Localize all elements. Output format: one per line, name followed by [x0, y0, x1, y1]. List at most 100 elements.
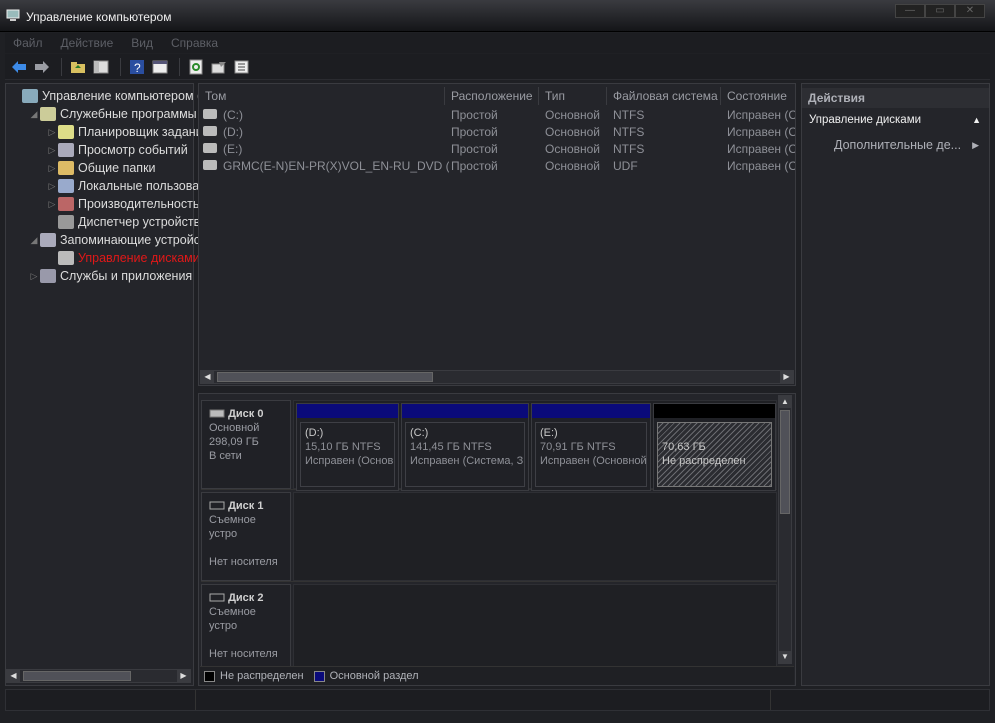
column-header-type[interactable]: Тип — [539, 87, 607, 105]
volume-row[interactable]: (C:) Простой Основной NTFS Исправен (С — [199, 106, 795, 123]
toolbar: ? — [5, 54, 990, 80]
volume-cell: Основной — [545, 108, 601, 122]
expand-arrow-icon[interactable]: ◢ — [28, 109, 40, 120]
tree-item-devices[interactable]: Диспетчер устройств — [46, 213, 200, 231]
menu-action[interactable]: Действие — [61, 36, 114, 50]
more-actions[interactable]: Дополнительные де... ▶ — [802, 135, 989, 155]
forward-button[interactable] — [32, 57, 52, 77]
up-folder-button[interactable] — [68, 57, 88, 77]
tree-item-label: Службы и приложения — [60, 269, 193, 283]
minimize-button[interactable]: — — [895, 4, 925, 18]
services-icon — [40, 269, 56, 283]
properties-button[interactable] — [209, 57, 229, 77]
expand-arrow-icon[interactable]: ▷ — [46, 127, 58, 138]
tree-item-folder[interactable]: ▷ Общие папки — [46, 159, 156, 177]
tree-item-label: Планировщик задани — [78, 125, 203, 139]
tree-horizontal-scrollbar[interactable]: ◀ ▶ — [6, 669, 191, 683]
volume-cell: (D:) — [223, 125, 243, 139]
volume-cell: Исправен (О — [727, 125, 795, 139]
volume-cell: Простой — [451, 108, 498, 122]
scroll-right-button[interactable]: ▶ — [780, 371, 793, 383]
help-icon: ? — [130, 59, 144, 75]
expand-arrow-icon[interactable]: ▷ — [46, 181, 58, 192]
volume-cell: Простой — [451, 125, 498, 139]
column-header-volume[interactable]: Том — [199, 87, 445, 105]
tree-item-storage[interactable]: ◢ Запоминающие устройс — [28, 231, 200, 249]
volume-cell: NTFS — [613, 125, 645, 139]
computer-management-icon — [6, 9, 20, 21]
scroll-thumb[interactable] — [217, 372, 433, 382]
column-header-filesystem[interactable]: Файловая система — [607, 87, 721, 105]
legend-swatch-primary — [313, 670, 325, 682]
tree-item-label: Просмотр событий — [78, 143, 188, 157]
storage-icon — [40, 233, 56, 247]
scroll-left-button[interactable]: ◀ — [201, 371, 214, 383]
legend-primary: Основной раздел — [329, 670, 419, 682]
expand-arrow-icon[interactable]: ▷ — [28, 271, 40, 282]
scroll-up-button[interactable]: ▲ — [779, 396, 791, 408]
volume-cell: Исправен (О — [727, 159, 795, 173]
tree-item-perf[interactable]: ▷ Производительность — [46, 195, 199, 213]
menu-file[interactable]: Файл — [13, 36, 43, 50]
partition-e[interactable]: (E:) 70,91 ГБ NTFS Исправен (Основной — [531, 403, 651, 491]
volume-row[interactable]: (D:) Простой Основной NTFS Исправен (О — [199, 123, 795, 140]
view-button[interactable] — [150, 57, 170, 77]
disk-label[interactable]: Диск 0 Основной 298,09 ГБ В сети — [201, 400, 291, 489]
volume-cell: NTFS — [613, 142, 645, 156]
tree-item-disk[interactable]: Управление дисками — [46, 249, 200, 267]
back-button[interactable] — [9, 57, 29, 77]
volume-horizontal-scrollbar[interactable]: ◀ ▶ — [200, 370, 794, 384]
tree-item-tools[interactable]: ◢ Служебные программы — [28, 105, 197, 123]
close-button[interactable]: ✕ — [955, 4, 985, 18]
actions-pane: Действия Управление дисками ▲ Дополнитель… — [801, 83, 990, 686]
volume-row[interactable]: (E:) Простой Основной NTFS Исправен (О — [199, 140, 795, 157]
volume-cell: GRMC(E-N)EN-PR(X)VOL_EN-RU_DVD (F:) — [223, 159, 449, 173]
disk-vertical-scrollbar[interactable]: ▲ ▼ — [778, 395, 792, 664]
scroll-down-button[interactable]: ▼ — [779, 651, 791, 663]
unallocated-space[interactable]: 70,63 ГБ Не распределен — [653, 403, 776, 491]
actions-section[interactable]: Управление дисками ▲ — [802, 110, 989, 130]
tree-item-events[interactable]: ▷ Просмотр событий — [46, 141, 188, 159]
show-hide-tree-button[interactable] — [91, 57, 111, 77]
volume-cell: Основной — [545, 142, 601, 156]
help-button[interactable]: ? — [127, 57, 147, 77]
expand-arrow-icon[interactable]: ▷ — [46, 145, 58, 156]
maximize-button[interactable]: ▭ — [925, 4, 955, 18]
disk-label[interactable]: Диск 2 Съемное устро Нет носителя — [201, 584, 291, 673]
scroll-thumb[interactable] — [780, 410, 790, 514]
column-header-layout[interactable]: Расположение — [445, 87, 539, 105]
scroll-thumb[interactable] — [23, 671, 131, 681]
volume-list: Том Расположение Тип Файловая система Со… — [198, 83, 796, 386]
volume-cell: (C:) — [223, 108, 243, 122]
partition-d[interactable]: (D:) 15,10 ГБ NTFS Исправен (Основ — [296, 403, 399, 491]
disk-partitions: (D:) 15,10 ГБ NTFS Исправен (Основ (C:) 141… — [293, 400, 777, 491]
status-bar — [5, 689, 990, 711]
tree-item-clock[interactable]: ▷ Планировщик задани — [46, 123, 203, 141]
volume-row[interactable]: GRMC(E-N)EN-PR(X)VOL_EN-RU_DVD (F:) Прост… — [199, 157, 795, 174]
window-icon — [152, 60, 168, 73]
disk-label[interactable]: Диск 1 Съемное устро Нет носителя — [201, 492, 291, 581]
scroll-right-button[interactable]: ▶ — [177, 670, 190, 682]
tree-item-services[interactable]: ▷ Службы и приложения — [28, 267, 192, 285]
menu-help[interactable]: Справка — [171, 36, 218, 50]
submenu-arrow-icon: ▶ — [972, 140, 979, 150]
volume-cell: Простой — [451, 159, 498, 173]
volume-cell: Исправен (О — [727, 142, 795, 156]
tree-item-users[interactable]: ▷ Локальные пользова — [46, 177, 199, 195]
scroll-left-button[interactable]: ◀ — [7, 670, 20, 682]
refresh-button[interactable] — [186, 57, 206, 77]
console-tree-icon — [93, 60, 109, 73]
menu-view[interactable]: Вид — [131, 36, 153, 50]
tree-item-label: Производительность — [78, 197, 200, 211]
partition-c[interactable]: (C:) 141,45 ГБ NTFS Исправен (Система, З — [401, 403, 529, 491]
dvd-drive-icon — [203, 160, 217, 170]
expand-arrow-icon[interactable]: ◢ — [28, 235, 40, 246]
app-window: Управление компьютером — ▭ ✕ Файл Действ… — [0, 0, 995, 723]
tree-item-computer[interactable]: Управление компьютером ( — [10, 87, 201, 105]
refresh-icon — [189, 59, 203, 74]
export-button[interactable] — [232, 57, 252, 77]
expand-arrow-icon[interactable]: ▷ — [46, 163, 58, 174]
column-header-status[interactable]: Состояние — [721, 87, 796, 105]
expand-arrow-icon[interactable]: ▷ — [46, 199, 58, 210]
users-icon — [58, 179, 74, 193]
